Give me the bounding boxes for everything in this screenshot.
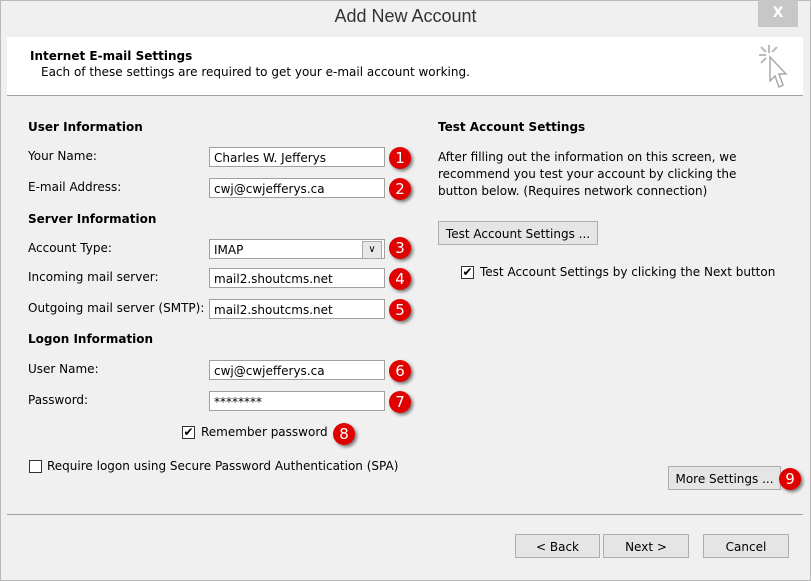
callout-badge-9: 9 [779, 468, 801, 490]
test-on-next-checkbox[interactable]: ✔ [461, 266, 474, 279]
your-name-label: Your Name: [28, 149, 97, 163]
email-label: E-mail Address: [28, 180, 122, 194]
remember-password-checkbox[interactable]: ✔ [182, 426, 195, 439]
cancel-button[interactable]: Cancel [703, 534, 789, 558]
outgoing-server-label: Outgoing mail server (SMTP): [28, 301, 205, 315]
user-name-label: User Name: [28, 362, 99, 376]
test-on-next-label: Test Account Settings by clicking the Ne… [480, 265, 776, 279]
server-info-heading: Server Information [28, 212, 157, 226]
outgoing-server-input[interactable]: mail2.shoutcms.net [209, 299, 385, 319]
window-title: Add New Account [334, 6, 477, 26]
test-description: After filling out the information on thi… [438, 150, 737, 198]
header-title: Internet E-mail Settings [30, 49, 193, 63]
user-name-input[interactable]: cwj@cwjefferys.ca [209, 360, 385, 380]
password-label: Password: [28, 393, 89, 407]
callout-badge-3: 3 [389, 237, 411, 259]
callout-badge-2: 2 [389, 178, 411, 200]
footer-divider [7, 514, 803, 515]
password-input[interactable]: ******** [209, 391, 385, 411]
callout-badge-8: 8 [333, 423, 355, 445]
more-settings-button[interactable]: More Settings ... [668, 466, 781, 490]
callout-badge-6: 6 [389, 360, 411, 382]
email-input[interactable]: cwj@cwjefferys.ca [209, 178, 385, 198]
cursor-sparkle-icon [759, 45, 788, 89]
header-panel: Internet E-mail Settings Each of these s… [7, 37, 803, 96]
header-subtitle: Each of these settings are required to g… [41, 65, 470, 79]
spa-checkbox[interactable] [29, 460, 42, 473]
remember-password-label: Remember password [201, 425, 328, 439]
callout-badge-1: 1 [389, 147, 411, 169]
next-button[interactable]: Next > [603, 534, 689, 558]
user-info-heading: User Information [28, 120, 143, 134]
callout-badge-7: 7 [389, 391, 411, 413]
back-button[interactable]: < Back [515, 534, 600, 558]
account-type-select[interactable]: IMAP ∨ [209, 239, 385, 259]
incoming-server-label: Incoming mail server: [28, 270, 159, 284]
spa-label: Require logon using Secure Password Auth… [47, 459, 399, 473]
callout-badge-5: 5 [389, 299, 411, 321]
your-name-input[interactable]: Charles W. Jefferys [209, 147, 385, 167]
test-account-settings-button[interactable]: Test Account Settings ... [438, 221, 598, 245]
logon-info-heading: Logon Information [28, 332, 154, 346]
close-button[interactable]: X [758, 0, 798, 27]
callout-badge-4: 4 [389, 268, 411, 290]
chevron-down-icon[interactable]: ∨ [362, 241, 382, 259]
account-type-value: IMAP [214, 243, 244, 257]
account-type-label: Account Type: [28, 241, 112, 255]
test-heading: Test Account Settings [438, 120, 586, 134]
incoming-server-input[interactable]: mail2.shoutcms.net [209, 268, 385, 288]
